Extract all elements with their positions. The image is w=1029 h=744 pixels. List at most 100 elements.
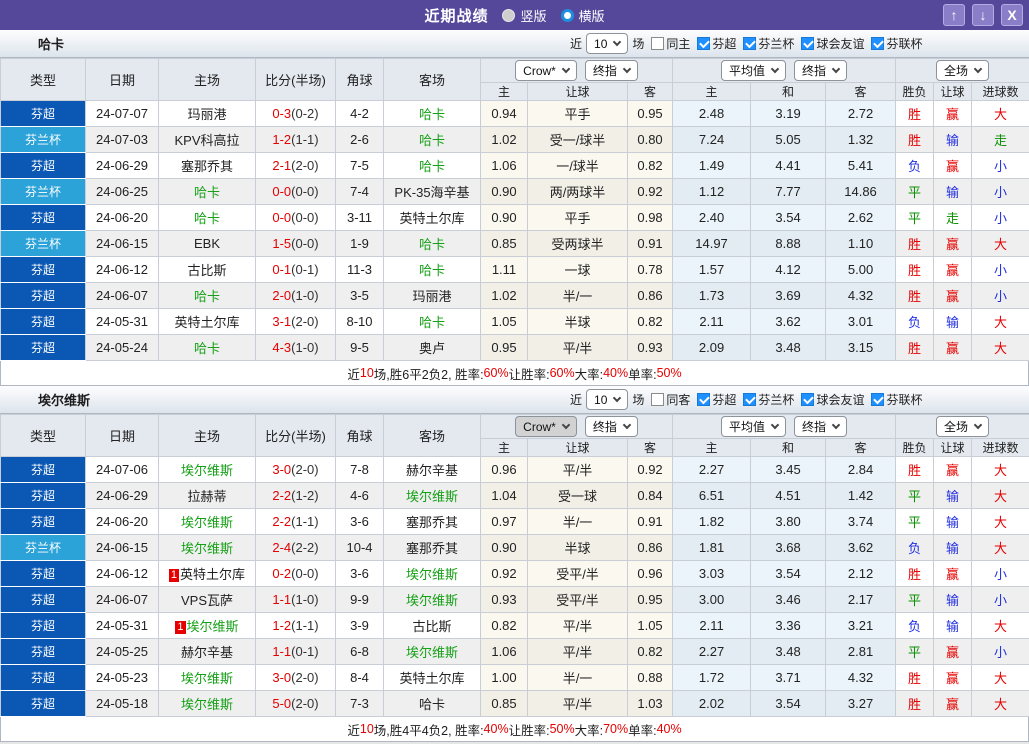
avg-home-value: 7.24	[673, 127, 751, 153]
win-lose-result: 负	[896, 153, 934, 179]
match-count-select[interactable]: 10	[586, 389, 628, 410]
match-date: 24-06-20	[86, 205, 159, 231]
avg-home-value: 2.27	[673, 457, 751, 483]
scope-dropdown[interactable]: 全场	[936, 60, 989, 81]
league-checkbox-finland-super[interactable]	[697, 37, 710, 50]
win-lose-result: 平	[896, 205, 934, 231]
odds-away-value: 0.82	[628, 153, 673, 179]
away-team-name: 埃尔维斯	[406, 489, 458, 504]
games-label: 场	[632, 391, 644, 408]
scope-dropdown[interactable]: 全场	[936, 416, 989, 437]
league-checkbox-finland-cup[interactable]	[743, 37, 756, 50]
match-row: 芬超24-06-07哈卡2-0(1-0)3-5玛丽港1.02半/一0.861.7…	[1, 283, 1029, 309]
odds-source-value: Crow*	[523, 64, 556, 78]
full-score: 0-0	[272, 210, 291, 225]
team-section-haka: 哈卡 近 10 场 同主 芬超 芬兰杯 球会	[0, 30, 1029, 386]
odds-away-value: 0.92	[628, 457, 673, 483]
home-team-name: 赫尔辛基	[181, 645, 233, 660]
odds-stage-dropdown[interactable]: 终指	[585, 416, 638, 437]
average-source-dropdown[interactable]: 平均值	[721, 416, 786, 437]
away-team-name: 英特土尔库	[399, 671, 464, 686]
odds-stage-dropdown[interactable]: 终指	[585, 60, 638, 81]
away-team: 埃尔维斯	[384, 561, 481, 587]
move-down-button[interactable]: ↓	[972, 4, 994, 26]
same-venue-checkbox[interactable]	[651, 393, 664, 406]
avg-draw-value: 4.51	[751, 483, 826, 509]
odds-away-value: 0.82	[628, 309, 673, 335]
chevron-down-icon	[613, 394, 621, 402]
league-checkbox-finland-super[interactable]	[697, 393, 710, 406]
score: 0-0(0-0)	[256, 205, 336, 231]
section-header: 哈卡 近 10 场 同主 芬超 芬兰杯 球会	[0, 30, 1029, 58]
home-team: KPV科高拉	[159, 127, 256, 153]
away-team: 哈卡	[384, 231, 481, 257]
goals-result: 小	[972, 561, 1029, 587]
odds-away-value: 0.98	[628, 205, 673, 231]
goals-result: 小	[972, 587, 1029, 613]
half-score: (1-1)	[291, 514, 318, 529]
full-score: 1-5	[272, 236, 291, 251]
odds-home-value: 0.95	[481, 335, 528, 361]
handicap-value: 一/球半	[528, 153, 628, 179]
half-score: (1-1)	[291, 132, 318, 147]
home-team: 拉赫蒂	[159, 483, 256, 509]
league-checkbox-club-friendly[interactable]	[801, 37, 814, 50]
layout-radio-vertical[interactable]: 竖版	[502, 6, 546, 25]
score: 1-1(0-1)	[256, 639, 336, 665]
avg-home-value: 2.11	[673, 613, 751, 639]
layout-radio-horizontal[interactable]: 横版	[561, 6, 605, 25]
avg-draw-value: 3.71	[751, 665, 826, 691]
move-up-button[interactable]: ↑	[943, 4, 965, 26]
score: 2-1(2-0)	[256, 153, 336, 179]
home-team: VPS瓦萨	[159, 587, 256, 613]
away-team-name: 赫尔辛基	[406, 463, 458, 478]
avg-draw-value: 3.45	[751, 457, 826, 483]
handicap-value: 平/半	[528, 335, 628, 361]
goals-result: 小	[972, 283, 1029, 309]
close-button[interactable]: X	[1001, 4, 1023, 26]
handicap-result: 赢	[934, 283, 972, 309]
match-date: 24-06-07	[86, 283, 159, 309]
avg-draw-value: 3.80	[751, 509, 826, 535]
average-stage-dropdown[interactable]: 终指	[794, 416, 847, 437]
avg-home-value: 1.73	[673, 283, 751, 309]
odds-home-value: 0.92	[481, 561, 528, 587]
odds-away-value: 0.82	[628, 639, 673, 665]
match-count-select[interactable]: 10	[586, 33, 628, 54]
odds-away-value: 0.86	[628, 535, 673, 561]
half-score: (2-0)	[291, 158, 318, 173]
league-checkbox-club-friendly[interactable]	[801, 393, 814, 406]
scope-value: 全场	[944, 62, 968, 79]
home-team-name: 塞那乔其	[181, 159, 233, 174]
league-checkbox-finland-league-cup[interactable]	[871, 37, 884, 50]
odds-source-dropdown[interactable]: Crow*	[515, 416, 577, 437]
average-source-dropdown[interactable]: 平均值	[721, 60, 786, 81]
handicap-value: 半/一	[528, 665, 628, 691]
league-checkbox-finland-league-cup[interactable]	[871, 393, 884, 406]
avg-away-value: 4.32	[826, 283, 896, 309]
col-header-corner: 角球	[336, 415, 384, 457]
league-checkbox-finland-cup[interactable]	[743, 393, 756, 406]
same-venue-checkbox[interactable]	[651, 37, 664, 50]
avg-away-value: 2.17	[826, 587, 896, 613]
radio-label: 竖版	[520, 6, 546, 25]
scope-value: 全场	[944, 418, 968, 435]
odds-source-dropdown[interactable]: Crow*	[515, 60, 577, 81]
handicap-result: 输	[934, 309, 972, 335]
away-team: 古比斯	[384, 613, 481, 639]
home-team-name: 拉赫蒂	[187, 489, 226, 504]
league-badge: 芬超	[1, 509, 86, 535]
full-score: 2-0	[272, 288, 291, 303]
radio-icon[interactable]	[502, 9, 515, 22]
match-row: 芬超24-06-20哈卡0-0(0-0)3-11英特土尔库0.90平手0.982…	[1, 205, 1029, 231]
col-header-goals-result: 进球数	[972, 83, 1029, 101]
odds-home-value: 0.85	[481, 231, 528, 257]
handicap-value: 平/半	[528, 613, 628, 639]
match-date: 24-06-15	[86, 231, 159, 257]
avg-home-value: 2.02	[673, 691, 751, 717]
league-badge: 芬兰杯	[1, 179, 86, 205]
radio-icon[interactable]	[561, 9, 574, 22]
away-team: 哈卡	[384, 257, 481, 283]
average-stage-dropdown[interactable]: 终指	[794, 60, 847, 81]
match-date: 24-07-03	[86, 127, 159, 153]
